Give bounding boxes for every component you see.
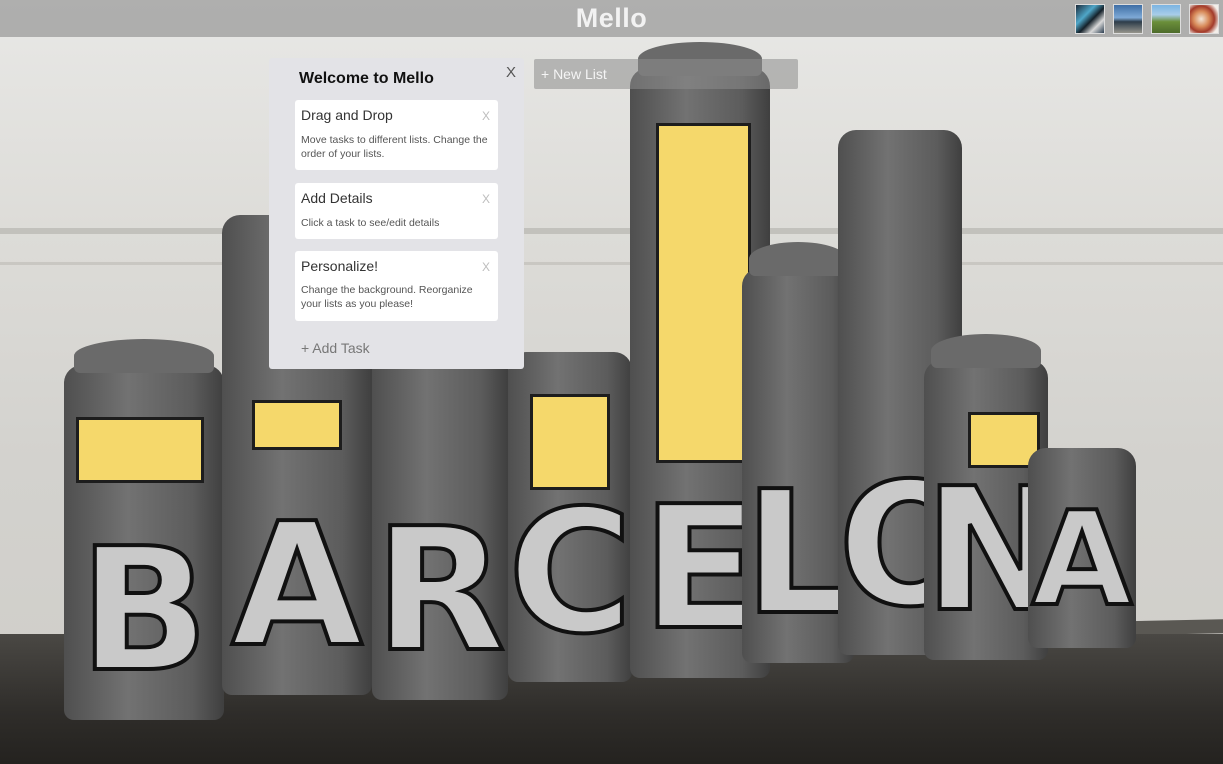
pier-thumbnail[interactable] (1113, 4, 1143, 34)
task-title: Add Details (301, 190, 373, 206)
app-title: Mello (575, 3, 648, 33)
task-description: Move tasks to different lists. Change th… (301, 134, 488, 160)
spray-can: C (506, 352, 635, 682)
wall-molding-lower (0, 262, 1223, 265)
task-card-drag-and-drop[interactable]: Drag and Drop X Move tasks to different … (295, 100, 498, 170)
food-thumbnail[interactable] (1189, 4, 1219, 34)
background-photo: B A R C E L O N A (0, 0, 1223, 764)
can-window (656, 123, 751, 463)
remove-task-button[interactable]: X (482, 192, 490, 206)
task-title: Personalize! (301, 258, 379, 274)
task-description: Change the background. Reorganize your l… (301, 284, 473, 310)
task-title: Drag and Drop (301, 107, 393, 123)
task-card-personalize[interactable]: Personalize! X Change the background. Re… (295, 251, 498, 321)
app-header: Mello (0, 0, 1223, 37)
landscape-thumbnail[interactable] (1151, 4, 1181, 34)
can-cap (748, 242, 848, 276)
can-cap (73, 339, 215, 373)
remove-task-button[interactable]: X (482, 260, 490, 274)
can-letter: R (373, 492, 508, 690)
close-list-button[interactable]: X (506, 64, 516, 81)
spray-can: B (64, 339, 224, 720)
task-description: Click a task to see/edit details (301, 217, 440, 229)
can-letter: A (1030, 483, 1135, 635)
remove-task-button[interactable]: X (482, 109, 490, 123)
new-list-button[interactable]: + New List (534, 59, 798, 89)
list-welcome[interactable]: Welcome to Mello X Drag and Drop X Move … (269, 58, 524, 369)
spray-can: A (1028, 448, 1136, 648)
background-picker (1075, 4, 1219, 34)
can-letter: B (77, 512, 211, 710)
task-card-add-details[interactable]: Add Details X Click a task to see/edit d… (295, 183, 498, 239)
wall-molding (0, 228, 1223, 234)
can-window (76, 417, 204, 483)
can-cap (931, 334, 1041, 368)
add-task-button[interactable]: + Add Task (301, 340, 370, 356)
graffiti-thumbnail[interactable] (1075, 4, 1105, 34)
can-letter: A (229, 487, 365, 685)
new-list-label: + New List (541, 66, 607, 82)
list-title[interactable]: Welcome to Mello (299, 70, 434, 88)
can-letter: C (506, 474, 635, 672)
can-window (252, 400, 342, 450)
